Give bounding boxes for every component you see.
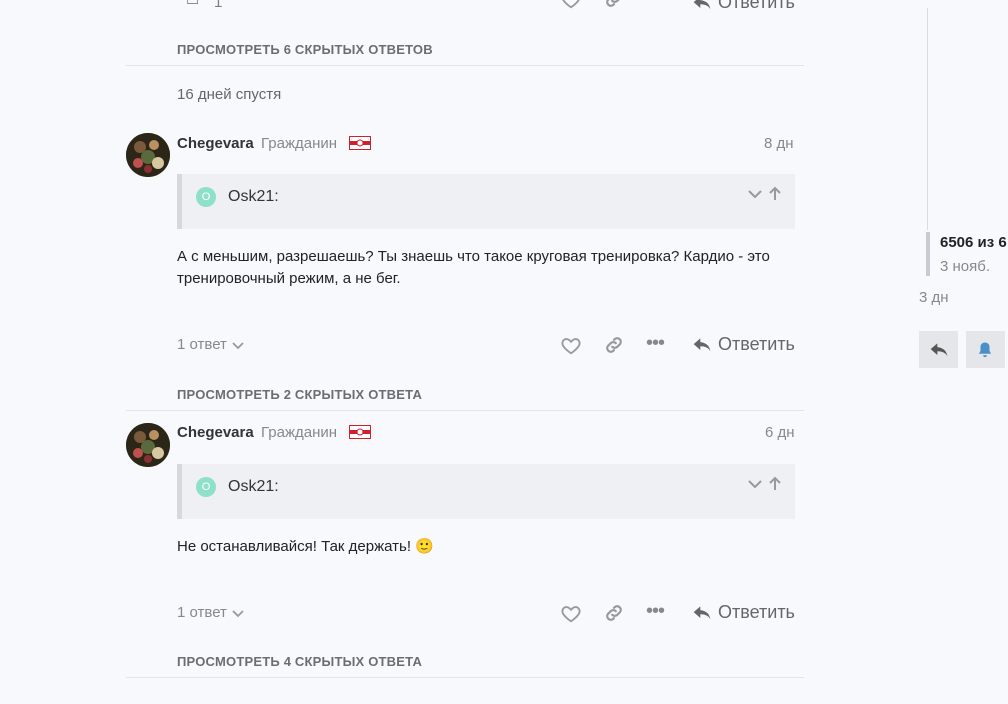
username[interactable]: Chegevara [177,424,254,441]
top-link-icon[interactable] [603,0,625,10]
avatar[interactable] [126,133,170,177]
quote-author: Osk21: [228,188,279,205]
chevron-down-icon[interactable] [747,476,763,492]
chevron-down-icon [232,341,244,349]
quote-block: O Osk21: [177,464,795,519]
arrow-up-icon[interactable] [767,476,783,492]
post-date[interactable]: 8 дн [764,135,794,152]
time-gap-label: 16 дней спустя [177,86,282,103]
quote-avatar: O [196,477,216,497]
user-title: Гражданин [261,424,338,441]
smiley-emoji: 🙂 [415,538,434,555]
more-icon[interactable]: ••• [646,600,665,623]
quote-author: Osk21: [228,478,279,495]
link-icon[interactable] [603,602,625,624]
link-icon[interactable] [603,334,625,356]
replies-toggle[interactable]: 1 ответ [177,336,245,353]
timeline-position: 6506 из 6 [940,234,1007,251]
top-reply-count[interactable]: 1 [214,0,222,11]
reply-button[interactable]: Ответить [692,602,795,623]
timeline-reply-button[interactable] [919,331,958,368]
divider [126,65,804,66]
flag-icon [349,425,371,439]
reply-arrow-icon [930,343,948,357]
like-icon[interactable] [560,602,582,624]
user-title: Гражданин [261,135,338,152]
reply-arrow-icon [693,605,711,619]
top-reply-arrow-icon [693,0,711,9]
top-reply-count-icon: ▭ [186,0,200,8]
timeline-handle[interactable] [926,232,930,276]
timeline-end-date[interactable]: 3 дн [919,289,949,306]
replies-toggle[interactable]: 1 ответ [177,604,245,621]
top-like-icon[interactable] [560,0,582,10]
arrow-up-icon[interactable] [767,186,783,202]
top-reply-button[interactable]: Ответить [692,0,795,13]
avatar-image [126,423,170,467]
quote-block: O Osk21: [177,174,795,229]
chevron-down-icon[interactable] [747,186,763,202]
timeline-start-date: 3 нояб. [940,258,991,275]
quote-avatar: O [196,187,216,207]
post-body: А с меньшим, разрешаешь? Ты знаешь что т… [177,248,770,287]
more-icon[interactable]: ••• [646,332,665,355]
reply-arrow-icon [693,337,711,351]
post-body: Не останавливайся! Так держать! 🙂 [177,538,434,555]
flag-icon [349,136,371,150]
show-hidden-replies-link[interactable]: ПРОСМОТРЕТЬ 4 СКРЫТЫХ ОТВЕТА [177,654,422,669]
avatar[interactable] [126,423,170,467]
reply-button[interactable]: Ответить [692,334,795,355]
timeline-track[interactable] [927,8,928,230]
chevron-down-icon [232,609,244,617]
username[interactable]: Chegevara [177,135,254,152]
post-date[interactable]: 6 дн [765,424,795,441]
show-hidden-replies-link[interactable]: ПРОСМОТРЕТЬ 2 СКРЫТЫХ ОТВЕТА [177,387,422,402]
avatar-image [126,133,170,177]
divider [126,410,804,411]
show-hidden-replies-link[interactable]: ПРОСМОТРЕТЬ 6 СКРЫТЫХ ОТВЕТОВ [177,42,433,57]
divider [126,677,804,678]
like-icon[interactable] [560,334,582,356]
notification-button[interactable] [966,331,1005,368]
bell-icon [979,342,991,358]
top-more-icon[interactable]: ••• [646,0,665,9]
